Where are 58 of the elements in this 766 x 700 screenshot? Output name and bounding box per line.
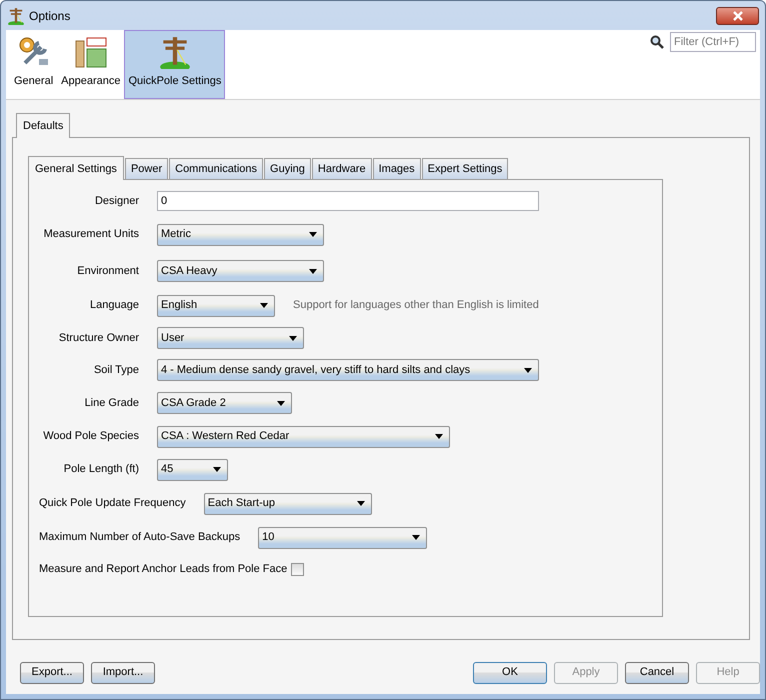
caret-icon (213, 467, 221, 472)
pole-icon (158, 35, 192, 69)
tab[interactable]: Power (124, 158, 168, 179)
tab[interactable]: Expert Settings (422, 158, 508, 179)
dropdown[interactable]: CSA : Western Red Cedar (157, 426, 450, 448)
category-button[interactable]: QuickPole Settings (124, 30, 226, 99)
pole-icon (7, 6, 25, 24)
tab[interactable]: Communications (169, 158, 264, 179)
search-icon (650, 34, 664, 50)
field-label: Quick Pole Update Frequency (39, 496, 186, 512)
caret-icon (309, 232, 317, 237)
caret-icon (356, 501, 365, 506)
caret-icon (435, 434, 443, 439)
caret-icon (309, 268, 317, 274)
tab[interactable]: Hardware (312, 158, 372, 179)
field-label: Line Grade (84, 396, 139, 411)
filter-field[interactable]: Filter (Ctrl+F) (670, 32, 756, 52)
dropdown[interactable]: CSA Grade 2 (157, 392, 292, 414)
field-label: Structure Owner (58, 330, 139, 346)
field-label: Measure and Report Anchor Leads from Pole Face (39, 562, 288, 578)
caret-icon (260, 303, 268, 308)
checkbox[interactable] (291, 563, 304, 576)
field-label: Designer (94, 194, 139, 209)
layout-icon (74, 35, 108, 69)
dropdown[interactable]: CSA Heavy (157, 260, 324, 282)
close-button[interactable] (716, 6, 759, 24)
window-title: Options (29, 8, 70, 24)
field-label: Pole Length (ft) (62, 462, 139, 478)
field-label: Soil Type (92, 362, 139, 378)
dropdown[interactable]: User (157, 327, 304, 349)
dialog-button[interactable]: Export... (20, 662, 84, 684)
dialog-button[interactable]: Import... (91, 662, 155, 684)
category-button[interactable]: Appearance (57, 30, 124, 99)
dropdown[interactable]: 45 (157, 458, 228, 480)
caret-icon (289, 336, 297, 340)
tab[interactable]: General Settings (28, 156, 124, 180)
tab[interactable]: Defaults (16, 113, 70, 138)
dropdown[interactable]: 4 - Medium dense sandy gravel, very stiff to hard silts and clays (157, 359, 539, 381)
field-label: Language (89, 298, 139, 314)
field-label: Maximum Number of Auto-Save Backups (39, 530, 240, 546)
dialog-button[interactable]: OK (473, 662, 547, 684)
dropdown[interactable]: 10 (258, 526, 428, 548)
field-label: Wood Pole Species (42, 429, 139, 444)
text-field[interactable]: 0 (157, 191, 539, 211)
dropdown[interactable]: Each Start-up (204, 492, 372, 514)
dropdown[interactable]: Metric (157, 224, 324, 246)
close-icon (732, 10, 744, 20)
caret-icon (277, 400, 285, 406)
category-button[interactable]: General (10, 30, 58, 99)
dialog-button[interactable]: Cancel (625, 662, 689, 684)
caret-icon (524, 368, 532, 372)
field-label: Environment (76, 264, 139, 279)
tab[interactable]: Guying (264, 158, 311, 179)
tab[interactable]: Images (372, 158, 421, 179)
field-label: Measurement Units (42, 227, 139, 242)
dropdown[interactable]: English (157, 294, 275, 316)
caret-icon (412, 535, 420, 540)
hint-text: Support for languages other than English is limited (293, 298, 539, 314)
